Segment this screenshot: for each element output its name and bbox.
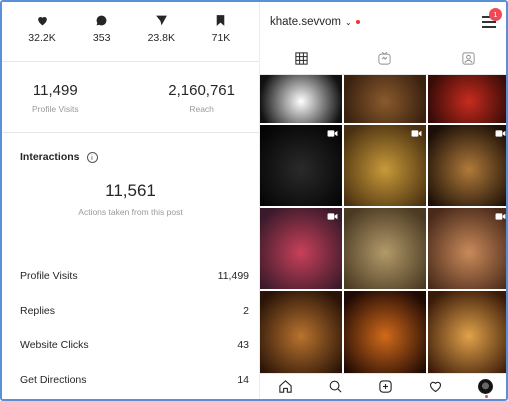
igtv-icon	[378, 51, 392, 65]
metric-value: 11,499	[217, 270, 249, 283]
post-thumbnail[interactable]	[344, 125, 426, 206]
likes-count: 32.2K	[28, 32, 56, 44]
tab-tagged[interactable]	[427, 42, 506, 74]
video-icon	[411, 130, 422, 137]
notification-badge: 1	[489, 8, 502, 21]
profile-visits-label: Profile Visits	[32, 104, 79, 114]
metric-label: Profile Visits	[20, 270, 78, 283]
post-thumbnail[interactable]	[344, 208, 426, 289]
engagement-stats: 32.2K 353 23.8K 71K	[2, 2, 259, 62]
shares-count: 23.8K	[147, 32, 176, 44]
screenshot-frame: 32.2K 353 23.8K 71K 11,499 Profile Visit…	[0, 0, 508, 401]
search-icon[interactable]	[328, 379, 343, 394]
profile-tabs	[260, 42, 506, 75]
metric-value: 14	[237, 373, 249, 386]
interactions-metrics-list: Profile Visits 11,499 Replies 2 Website …	[2, 259, 259, 397]
reach-label: Reach	[189, 104, 214, 114]
post-insights-panel: 32.2K 353 23.8K 71K 11,499 Profile Visit…	[2, 2, 259, 399]
post-thumbnail[interactable]	[428, 291, 506, 373]
metric-row: Website Clicks 43	[2, 328, 259, 363]
bottom-navigation	[260, 373, 506, 399]
post-thumbnail[interactable]	[344, 75, 426, 123]
post-thumbnail[interactable]	[260, 125, 342, 206]
video-icon	[495, 213, 506, 220]
interactions-title: Interactions	[20, 151, 80, 163]
comments-count: 353	[92, 32, 111, 44]
post-thumbnail[interactable]	[428, 75, 506, 123]
reach-summary: 2,160,761 Reach	[168, 82, 235, 132]
grid-icon	[295, 51, 308, 65]
profile-visits-summary: 11,499 Profile Visits	[32, 82, 79, 132]
interactions-header: Interactions i	[2, 133, 259, 167]
post-grid	[260, 75, 506, 373]
actions-value: 11,561	[105, 181, 156, 200]
comment-icon	[96, 15, 107, 26]
tab-grid[interactable]	[260, 42, 343, 74]
tab-igtv[interactable]	[343, 42, 426, 74]
video-icon	[495, 130, 506, 137]
unread-dot	[355, 20, 360, 24]
comments-stat: 353	[78, 14, 126, 61]
post-thumbnail[interactable]	[260, 291, 342, 373]
video-icon	[327, 130, 338, 137]
post-thumbnail[interactable]	[260, 75, 342, 123]
saves-count: 71K	[211, 32, 231, 44]
visits-reach-row: 11,499 Profile Visits 2,160,761 Reach	[2, 62, 259, 133]
shares-stat: 23.8K	[137, 14, 185, 61]
heart-icon	[37, 16, 47, 26]
username[interactable]: khate.sevvom	[270, 16, 341, 28]
metric-value: 43	[237, 339, 249, 352]
metric-label: Get Directions	[20, 373, 87, 386]
saves-stat: 71K	[197, 14, 245, 61]
metric-row: Get Directions 14	[2, 363, 259, 398]
actions-summary: 11,561 Actions taken from this post	[2, 167, 259, 259]
info-icon[interactable]: i	[86, 151, 98, 163]
add-icon[interactable]	[378, 379, 393, 394]
post-thumbnail[interactable]	[344, 291, 426, 373]
tagged-icon	[462, 51, 475, 65]
chevron-down-icon[interactable]: ⌄	[345, 18, 352, 27]
post-thumbnail[interactable]	[260, 208, 342, 289]
reach-value: 2,160,761	[168, 82, 235, 99]
metric-row: Profile Visits 11,499	[2, 259, 259, 294]
profile-header: khate.sevvom ⌄ 1	[260, 2, 506, 42]
post-thumbnail[interactable]	[428, 208, 506, 289]
home-icon[interactable]	[278, 379, 293, 394]
metric-label: Replies	[20, 304, 56, 317]
post-thumbnail[interactable]	[428, 125, 506, 206]
metric-row: Replies 2	[2, 294, 259, 329]
profile-visits-value: 11,499	[32, 82, 78, 99]
metric-value: 2	[243, 304, 249, 317]
actions-label: Actions taken from this post	[78, 207, 183, 217]
video-icon	[327, 213, 338, 220]
metric-label: Website Clicks	[20, 339, 89, 352]
likes-stat: 32.2K	[18, 14, 66, 61]
bookmark-icon	[217, 15, 225, 26]
avatar-icon[interactable]	[478, 379, 494, 398]
heart-outline-icon[interactable]	[428, 379, 443, 394]
send-icon	[155, 15, 167, 26]
profile-panel: khate.sevvom ⌄ 1	[259, 2, 506, 399]
